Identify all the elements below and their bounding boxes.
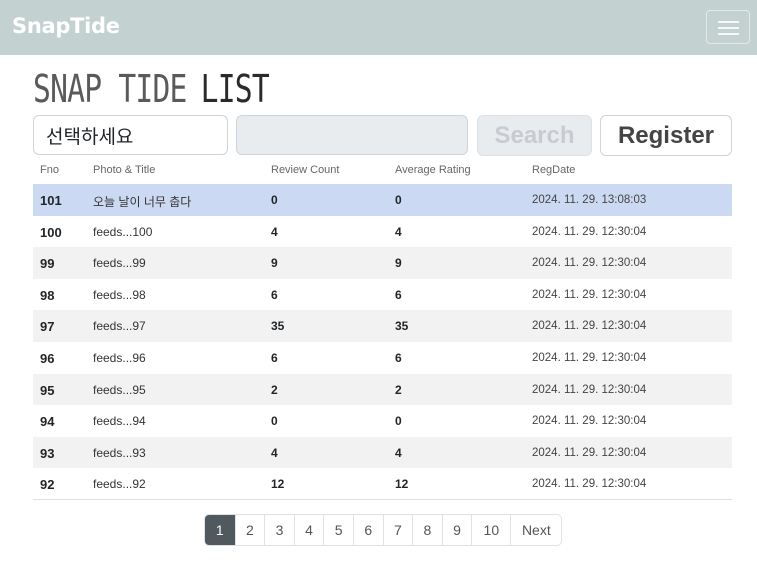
cell-regdate: 2024. 11. 29. 12:30:04 bbox=[532, 257, 647, 270]
page-link-10[interactable]: 10 bbox=[471, 515, 510, 545]
next-page-button[interactable]: Next bbox=[510, 515, 561, 545]
cell-title-link[interactable]: feeds...94 bbox=[93, 414, 146, 428]
cell-review-count: 0 bbox=[271, 414, 278, 429]
cell-title-link[interactable]: 오늘 날이 너무 춥다 bbox=[93, 193, 191, 210]
page-link-1[interactable]: 1 bbox=[205, 515, 235, 545]
page-link-4[interactable]: 4 bbox=[293, 515, 324, 545]
page-link-2[interactable]: 2 bbox=[234, 515, 265, 545]
cell-title-link[interactable]: feeds...98 bbox=[93, 288, 146, 302]
navbar-toggler-button[interactable] bbox=[706, 10, 750, 44]
cell-regdate: 2024. 11. 29. 12:30:04 bbox=[532, 352, 647, 364]
page-link-6[interactable]: 6 bbox=[352, 515, 383, 545]
table-row[interactable]: 96 feeds...96 6 6 2024. 11. 29. 12:30:04 bbox=[33, 342, 732, 374]
page-link-8[interactable]: 8 bbox=[412, 515, 442, 545]
cell-average-rating: 35 bbox=[395, 319, 409, 334]
brand-logo[interactable]: SnapTide bbox=[12, 14, 120, 38]
table-header: Fno Photo & Title Review Count Average R… bbox=[33, 158, 732, 184]
table-row[interactable]: 99 feeds...99 9 9 2024. 11. 29. 12:30:04 bbox=[33, 247, 732, 279]
cell-review-count: 6 bbox=[271, 351, 278, 365]
search-keyword-input[interactable] bbox=[236, 115, 468, 155]
register-button[interactable]: Register bbox=[600, 115, 732, 156]
cell-title-link[interactable]: feeds...97 bbox=[93, 319, 146, 333]
table-row[interactable]: 92 feeds...92 12 12 2024. 11. 29. 12:30:04 bbox=[33, 468, 732, 500]
cell-regdate: 2024. 11. 29. 12:30:04 bbox=[532, 288, 647, 301]
table-row[interactable]: 97 feeds...97 35 35 2024. 11. 29. 12:30:04 bbox=[33, 310, 732, 342]
cell-review-count: 9 bbox=[271, 256, 278, 271]
cell-average-rating: 0 bbox=[395, 414, 402, 429]
table-row[interactable]: 100 feeds...100 4 4 2024. 11. 29. 12:30:04 bbox=[33, 215, 732, 248]
cell-title-link[interactable]: feeds...96 bbox=[93, 351, 146, 365]
table-row[interactable]: 101 오늘 날이 너무 춥다 0 0 2024. 11. 29. 13:08:03 bbox=[33, 184, 732, 216]
table-row[interactable]: 93 feeds...93 4 4 2024. 11. 29. 12:30:04 bbox=[33, 436, 732, 469]
cell-fno: 98 bbox=[40, 287, 55, 303]
cell-review-count: 12 bbox=[271, 477, 285, 492]
cell-title-link[interactable]: feeds...99 bbox=[93, 256, 146, 270]
cell-fno: 99 bbox=[40, 256, 55, 272]
table-row[interactable]: 95 feeds...95 2 2 2024. 11. 29. 12:30:04 bbox=[33, 373, 732, 406]
cell-fno: 96 bbox=[40, 351, 55, 366]
cell-title-link[interactable]: feeds...95 bbox=[93, 383, 146, 397]
cell-regdate: 2024. 11. 29. 12:30:04 bbox=[532, 383, 647, 396]
cell-average-rating: 6 bbox=[395, 287, 402, 302]
cell-title-link[interactable]: feeds...100 bbox=[93, 225, 152, 239]
cell-regdate: 2024. 11. 29. 12:30:04 bbox=[532, 415, 647, 428]
cell-regdate: 2024. 11. 29. 12:30:04 bbox=[532, 320, 647, 333]
search-type-select[interactable]: 선택하세요 bbox=[33, 115, 228, 155]
cell-fno: 92 bbox=[40, 477, 55, 493]
search-button[interactable]: Search bbox=[477, 115, 592, 156]
cell-fno: 100 bbox=[40, 224, 62, 240]
table-row[interactable]: 98 feeds...98 6 6 2024. 11. 29. 12:30:04 bbox=[33, 278, 732, 311]
page-link-7[interactable]: 7 bbox=[382, 515, 413, 545]
header-fno: Fno bbox=[40, 164, 59, 176]
page-link-3[interactable]: 3 bbox=[264, 515, 294, 545]
cell-average-rating: 0 bbox=[395, 193, 402, 207]
cell-fno: 101 bbox=[40, 193, 62, 208]
cell-regdate: 2024. 11. 29. 12:30:04 bbox=[532, 225, 647, 238]
cell-review-count: 4 bbox=[271, 224, 278, 239]
cell-fno: 95 bbox=[40, 382, 55, 398]
cell-fno: 97 bbox=[40, 319, 55, 335]
table-divider bbox=[33, 499, 732, 500]
header-title: Photo & Title bbox=[93, 164, 156, 176]
page-link-5[interactable]: 5 bbox=[323, 515, 353, 545]
header-review-count: Review Count bbox=[271, 164, 340, 176]
cell-fno: 93 bbox=[40, 445, 55, 461]
cell-average-rating: 9 bbox=[395, 256, 402, 271]
cell-average-rating: 4 bbox=[395, 224, 402, 239]
cell-review-count: 35 bbox=[271, 319, 285, 334]
table-row[interactable]: 94 feeds...94 0 0 2024. 11. 29. 12:30:04 bbox=[33, 405, 732, 437]
cell-review-count: 6 bbox=[271, 287, 278, 302]
cell-average-rating: 2 bbox=[395, 382, 402, 397]
cell-title-link[interactable]: feeds...93 bbox=[93, 446, 146, 460]
page-link-9[interactable]: 9 bbox=[441, 515, 472, 545]
page-title: SNAP TIDE LIST bbox=[33, 67, 270, 111]
header-average-rating: Average Rating bbox=[395, 164, 471, 176]
cell-regdate: 2024. 11. 29. 12:30:04 bbox=[532, 446, 647, 459]
cell-regdate: 2024. 11. 29. 12:30:04 bbox=[532, 478, 647, 491]
hamburger-icon bbox=[718, 21, 739, 23]
cell-average-rating: 4 bbox=[395, 445, 402, 460]
cell-review-count: 4 bbox=[271, 445, 278, 460]
cell-review-count: 0 bbox=[271, 193, 278, 207]
cell-average-rating: 6 bbox=[395, 351, 402, 365]
cell-fno: 94 bbox=[40, 414, 55, 430]
cell-average-rating: 12 bbox=[395, 477, 409, 492]
header-regdate: RegDate bbox=[532, 164, 576, 176]
pagination: 1 2 3 4 5 6 7 8 9 10 Next bbox=[204, 514, 563, 546]
cell-regdate: 2024. 11. 29. 13:08:03 bbox=[532, 194, 647, 206]
cell-review-count: 2 bbox=[271, 382, 278, 397]
navbar: SnapTide bbox=[0, 0, 757, 55]
cell-title-link[interactable]: feeds...92 bbox=[93, 477, 146, 491]
